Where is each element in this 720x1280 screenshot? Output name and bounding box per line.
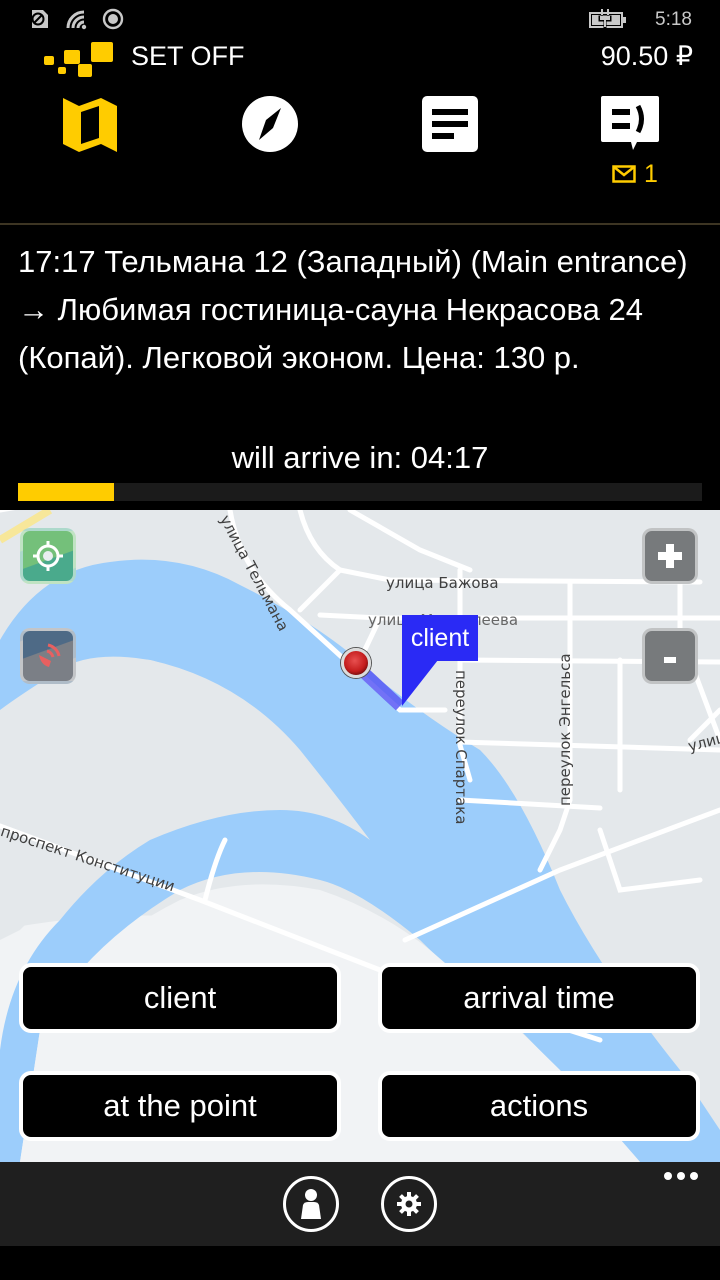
chat-icon (601, 96, 659, 150)
street-label: улица Бажова (386, 574, 499, 592)
my-location-button[interactable] (20, 528, 76, 584)
zoom-in-button[interactable] (642, 528, 698, 584)
unread-count: 1 (644, 159, 658, 188)
traffic-toggle-button[interactable] (20, 628, 76, 684)
driver-location-pin[interactable] (341, 648, 371, 678)
crosshair-icon (33, 541, 63, 571)
order-description: 17:17 Тельмана 12 (Западный) (Main entra… (18, 244, 688, 375)
nav-navigator[interactable] (235, 90, 305, 160)
signal-broadcast-icon (39, 643, 61, 667)
battery-charging-icon (589, 9, 626, 29)
compass-icon (242, 96, 298, 152)
header-divider (0, 223, 720, 225)
street-label: переулок Спартака (452, 670, 470, 825)
app-bar (0, 1162, 720, 1246)
client-marker-label: client (402, 615, 478, 661)
profile-button[interactable] (283, 1176, 339, 1232)
more-dot (664, 1172, 672, 1180)
street-label: переулок Энгельса (556, 653, 574, 806)
gear-icon (397, 1192, 421, 1216)
map-base (0, 510, 720, 1162)
person-icon (301, 1189, 321, 1219)
nav-orders[interactable] (415, 90, 485, 160)
nav-map[interactable] (55, 90, 125, 160)
actions-button[interactable]: actions (378, 1071, 700, 1141)
envelope-icon (612, 165, 636, 183)
at-the-point-button[interactable]: at the point (19, 1071, 341, 1141)
minus-icon (664, 657, 676, 663)
arrival-time-button[interactable]: arrival time (378, 963, 700, 1033)
client-marker-pointer (402, 660, 438, 706)
arrival-progress-bar (18, 483, 702, 501)
settings-button[interactable] (381, 1176, 437, 1232)
app-header: SET OFF 90.50 ₽ (0, 38, 720, 82)
more-menu-button[interactable] (664, 1172, 698, 1180)
balance: 90.50 ₽ (600, 41, 693, 71)
map-view[interactable]: улица Тельмана улица Бажова улица Мендел… (0, 510, 720, 1162)
list-icon (422, 96, 478, 152)
plus-icon (658, 544, 682, 568)
map-icon (63, 98, 117, 152)
unread-messages-badge[interactable]: 1 (612, 160, 658, 188)
driver-status[interactable]: SET OFF (131, 41, 245, 72)
more-dot (677, 1172, 685, 1180)
sim-blocked-icon (31, 10, 48, 28)
more-dot (690, 1172, 698, 1180)
clock: 5:18 (655, 9, 692, 30)
nav-chat[interactable] (595, 90, 665, 160)
location-icon (102, 8, 124, 30)
zoom-out-button[interactable] (642, 628, 698, 684)
arrival-countdown: will arrive in: 04:17 (231, 440, 489, 475)
taxi-logo (44, 40, 116, 80)
arrival-progress-fill (18, 483, 114, 501)
client-button[interactable]: client (19, 963, 341, 1033)
wifi-icon (66, 10, 87, 30)
status-bar: 5:18 (0, 0, 720, 40)
